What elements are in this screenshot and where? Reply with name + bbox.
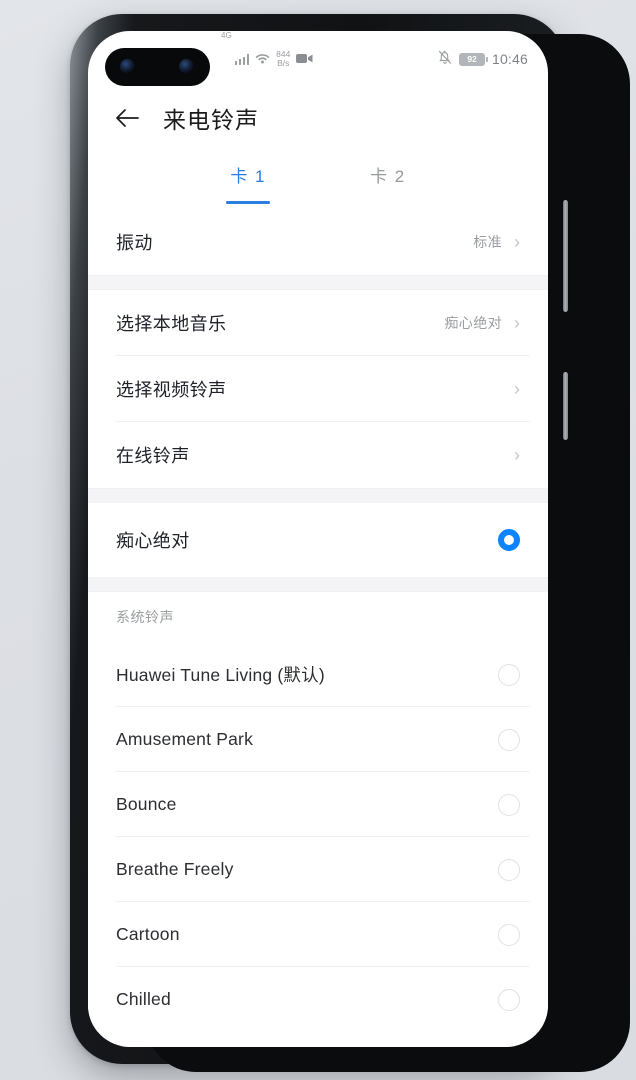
row-label: Amusement Park — [116, 729, 254, 749]
volume-button[interactable] — [563, 200, 568, 312]
front-camera-punch-hole — [105, 48, 210, 86]
title-bar: 来电铃声 — [88, 87, 548, 149]
camera-lens-right — [179, 59, 194, 74]
row-ringtone-huawei-tune-living[interactable]: Huawei Tune Living (默认) — [88, 642, 548, 707]
vibration-section: 振动 标准 › — [88, 209, 548, 275]
row-label: 痴心绝对 — [116, 531, 190, 551]
status-bar-right: 92 10:46 — [438, 31, 528, 87]
row-value: 痴心绝对 — [444, 315, 502, 331]
settings-list: 振动 标准 › 选择本地音乐 痴心绝对 › 选择视频铃声 › 在线铃声 › 痴心… — [88, 209, 548, 1032]
back-arrow-icon[interactable] — [113, 104, 141, 132]
radio-button[interactable] — [498, 988, 520, 1011]
section-gap — [88, 275, 548, 290]
bell-muted-icon — [438, 50, 452, 68]
radio-button[interactable] — [498, 793, 520, 816]
row-ringtone-cartoon[interactable]: Cartoon — [88, 902, 548, 967]
chevron-right-icon: › — [514, 313, 520, 333]
radio-button[interactable] — [498, 923, 520, 946]
section-gap — [88, 488, 548, 503]
row-label: Chilled — [116, 989, 171, 1009]
row-ringtone-bounce[interactable]: Bounce — [88, 772, 548, 837]
video-recording-icon — [296, 52, 313, 67]
section-header-system-ringtones: 系统铃声 — [116, 609, 174, 625]
phone-screen: 4G 844 B/s 92 10:46 来电铃声 卡 1 卡 2 振动 标准 ›… — [88, 31, 548, 1047]
row-label: Bounce — [116, 794, 177, 814]
row-select-video-ringtone[interactable]: 选择视频铃声 › — [88, 356, 548, 422]
clock: 10:46 — [491, 51, 528, 67]
ringtone-source-section: 选择本地音乐 痴心绝对 › 选择视频铃声 › 在线铃声 › — [88, 290, 548, 488]
row-label: 在线铃声 — [116, 446, 190, 466]
chevron-right-icon: › — [514, 232, 520, 252]
row-ringtone-breathe-freely[interactable]: Breathe Freely — [88, 837, 548, 902]
row-label: 选择视频铃声 — [116, 380, 227, 400]
row-vibration[interactable]: 振动 标准 › — [88, 209, 548, 275]
radio-button[interactable] — [498, 858, 520, 881]
row-current-ringtone[interactable]: 痴心绝对 — [88, 503, 548, 577]
row-label: Breathe Freely — [116, 859, 234, 879]
row-label: 振动 — [116, 233, 153, 253]
wifi-icon — [255, 52, 270, 67]
network-speed-unit: B/s — [277, 58, 290, 68]
tab-sim-1[interactable]: 卡 1 — [224, 156, 272, 206]
battery-icon: 92 — [458, 52, 488, 66]
network-type-label: 4G — [221, 31, 232, 40]
chevron-right-icon: › — [514, 379, 520, 399]
status-bar: 4G 844 B/s 92 10:46 — [88, 31, 548, 87]
row-ringtone-amusement-park[interactable]: Amusement Park — [88, 707, 548, 772]
row-value: 标准 — [473, 234, 502, 250]
system-ringtones-section: 系统铃声 Huawei Tune Living (默认) Amusement P… — [88, 592, 548, 1032]
tab-sim-2[interactable]: 卡 2 — [364, 156, 412, 206]
radio-button[interactable] — [498, 728, 520, 751]
camera-lens-left — [120, 59, 135, 74]
radio-button-selected[interactable] — [498, 529, 520, 551]
row-select-local-music[interactable]: 选择本地音乐 痴心绝对 › — [88, 290, 548, 356]
row-label: Cartoon — [116, 924, 180, 944]
row-online-ringtones[interactable]: 在线铃声 › — [88, 422, 548, 488]
radio-button[interactable] — [498, 663, 520, 686]
section-gap — [88, 577, 548, 592]
row-ringtone-chilled[interactable]: Chilled — [88, 967, 548, 1032]
signal-bars-icon — [234, 53, 250, 65]
sim-card-tabs: 卡 1 卡 2 — [88, 156, 548, 206]
status-bar-left: 4G 844 B/s — [221, 31, 313, 87]
battery-level-text: 92 — [467, 54, 477, 64]
power-button[interactable] — [563, 372, 568, 440]
page-title: 来电铃声 — [163, 107, 259, 133]
row-label: 选择本地音乐 — [116, 314, 227, 334]
current-ringtone-section: 痴心绝对 — [88, 503, 548, 577]
row-label: Huawei Tune Living (默认) — [116, 665, 325, 685]
chevron-right-icon: › — [514, 445, 520, 465]
network-speed-indicator: 844 B/s — [276, 50, 290, 68]
